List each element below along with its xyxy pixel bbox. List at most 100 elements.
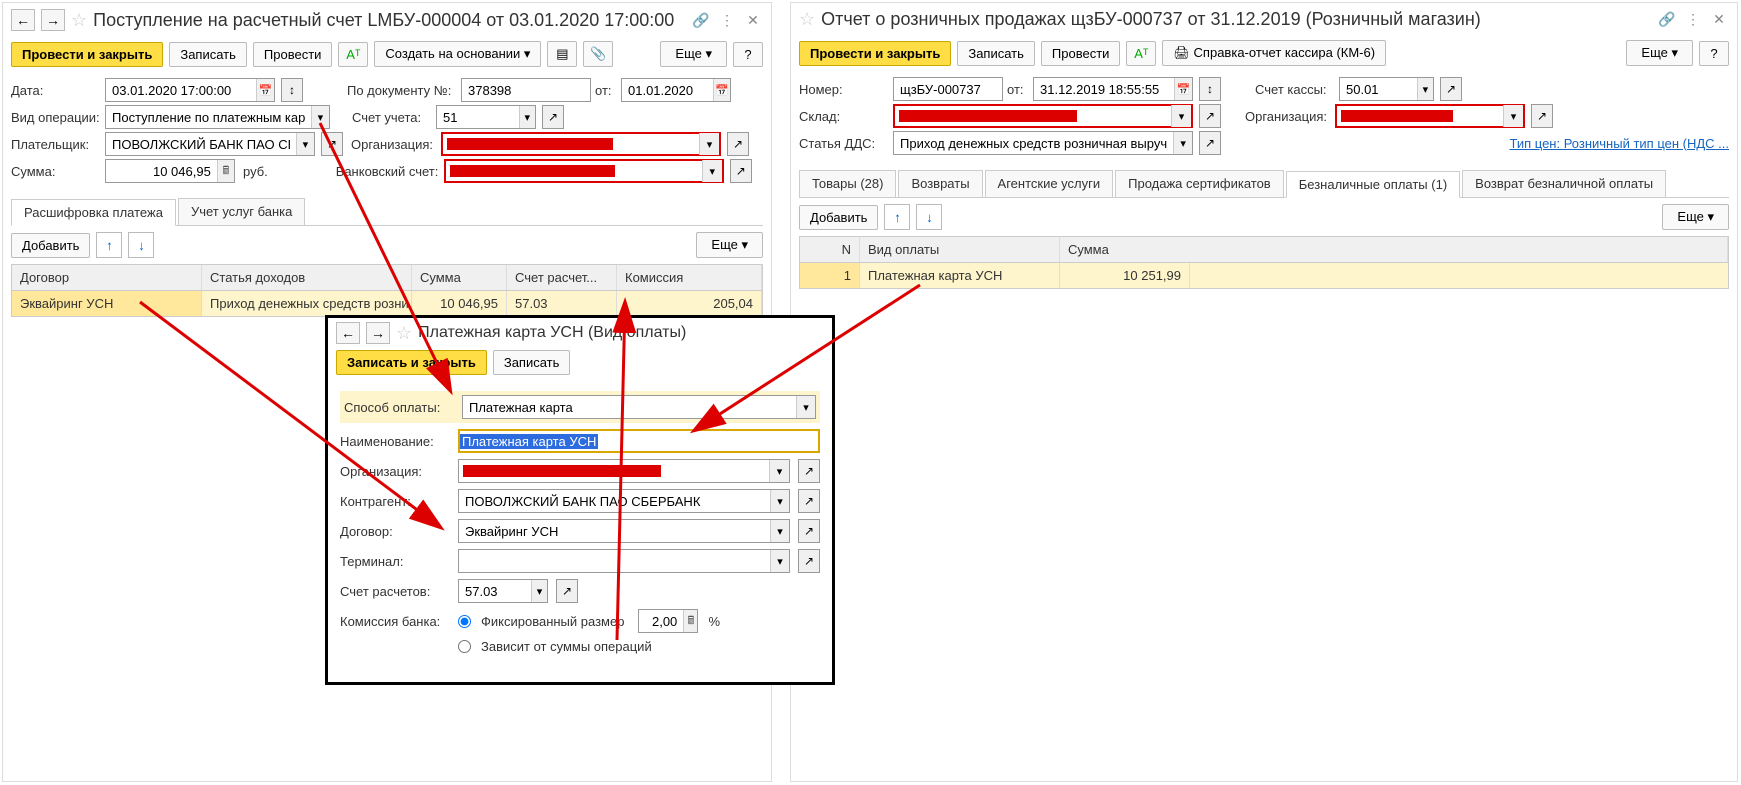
cell-income[interactable]: Приход денежных средств розни... xyxy=(202,291,412,316)
open-ref[interactable]: ↗ xyxy=(798,549,820,573)
settleacc-input[interactable]: ▾ xyxy=(458,579,548,603)
dropdown-icon[interactable]: ▾ xyxy=(531,580,547,602)
files-icon[interactable]: ▤ xyxy=(547,41,577,67)
cell-n[interactable]: 1 xyxy=(800,263,860,288)
save-close-button[interactable]: Записать и закрыть xyxy=(336,350,487,375)
calc-icon[interactable]: 🖩 xyxy=(217,160,234,182)
favorite-icon[interactable]: ☆ xyxy=(799,9,815,30)
col-amount[interactable]: Сумма xyxy=(412,265,507,290)
dropdown-icon[interactable]: ▾ xyxy=(296,133,314,155)
tab-decode[interactable]: Расшифровка платежа xyxy=(11,199,176,226)
cell-amount[interactable]: 10 046,95 xyxy=(412,291,507,316)
open-ref[interactable]: ↗ xyxy=(1440,77,1462,101)
calendar-icon[interactable]: 📅 xyxy=(713,79,730,101)
open-ref[interactable]: ↗ xyxy=(798,519,820,543)
print-report-button[interactable]: 🖨 Справка-отчет кассира (КМ-6) xyxy=(1162,40,1386,66)
op-input[interactable]: ▾ xyxy=(105,105,330,129)
save-button[interactable]: Записать xyxy=(493,350,571,375)
contragent-input[interactable]: ▾ xyxy=(458,489,790,513)
dropdown-icon[interactable]: ▾ xyxy=(699,133,719,155)
create-based-button[interactable]: Создать на основании ▾ xyxy=(374,41,541,67)
dropdown-icon[interactable]: ▾ xyxy=(1417,78,1433,100)
more-icon[interactable]: ⋮ xyxy=(1683,10,1703,30)
table-row[interactable]: Эквайринг УСН Приход денежных средств ро… xyxy=(12,291,762,316)
col-commission[interactable]: Комиссия xyxy=(617,265,762,290)
more-button[interactable]: Еще ▾ xyxy=(696,232,763,258)
more-icon[interactable]: ⋮ xyxy=(717,10,737,30)
dropdown-icon[interactable]: ▾ xyxy=(1503,105,1523,127)
tab-certs[interactable]: Продажа сертификатов xyxy=(1115,170,1284,197)
dtkt-icon[interactable]: Аᵀ xyxy=(338,42,368,67)
org-input[interactable]: ▾ xyxy=(1335,104,1525,128)
date-input[interactable]: 📅 xyxy=(105,78,275,102)
post-button[interactable]: Провести xyxy=(253,42,333,67)
from-input[interactable]: 📅 xyxy=(621,78,731,102)
col-contract[interactable]: Договор xyxy=(12,265,202,290)
more-button[interactable]: Еще ▾ xyxy=(660,41,727,67)
calc-icon[interactable]: 🖩 xyxy=(683,610,697,632)
col-income[interactable]: Статья доходов xyxy=(202,265,412,290)
move-down-icon[interactable]: ↓ xyxy=(916,204,942,230)
more-button[interactable]: Еще ▾ xyxy=(1626,40,1693,66)
col-n[interactable]: N xyxy=(800,237,860,262)
dropdown-icon[interactable]: ▾ xyxy=(770,550,789,572)
open-ref[interactable]: ↗ xyxy=(1531,104,1553,128)
link-icon[interactable]: 🔗 xyxy=(1657,10,1677,30)
post-close-button[interactable]: Провести и закрыть xyxy=(11,42,163,67)
close-icon[interactable]: ✕ xyxy=(1709,10,1729,30)
commission-input[interactable]: 🖩 xyxy=(638,609,698,633)
pricetype-link[interactable]: Тип цен: Розничный тип цен (НДС ... xyxy=(1509,136,1729,151)
cell-sum[interactable]: 10 251,99 xyxy=(1060,263,1190,288)
date-stepper[interactable]: ↕ xyxy=(1199,77,1221,101)
depends-radio[interactable] xyxy=(458,640,471,653)
help-button[interactable]: ? xyxy=(1699,41,1729,66)
cell-paytype[interactable]: Платежная карта УСН xyxy=(860,263,1060,288)
payer-input[interactable]: ▾ xyxy=(105,132,315,156)
move-up-icon[interactable]: ↑ xyxy=(884,204,910,230)
docno-input[interactable] xyxy=(461,78,591,102)
open-ref[interactable]: ↗ xyxy=(321,132,343,156)
help-button[interactable]: ? xyxy=(733,42,763,67)
method-input[interactable]: ▾ xyxy=(462,395,816,419)
bankacc-input[interactable]: ▾ xyxy=(444,159,724,183)
terminal-input[interactable]: ▾ xyxy=(458,549,790,573)
from-input[interactable]: 📅 xyxy=(1033,77,1193,101)
attach-icon[interactable]: 📎 xyxy=(583,41,613,67)
table-row[interactable]: 1 Платежная карта УСН 10 251,99 xyxy=(800,263,1728,288)
move-up-icon[interactable]: ↑ xyxy=(96,232,122,258)
close-icon[interactable]: ✕ xyxy=(743,10,763,30)
cell-contract[interactable]: Эквайринг УСН xyxy=(12,291,202,316)
forward-button[interactable]: → xyxy=(41,9,65,31)
back-button[interactable]: ← xyxy=(11,9,35,31)
tab-returns[interactable]: Возвраты xyxy=(898,170,982,197)
open-ref[interactable]: ↗ xyxy=(556,579,578,603)
dropdown-icon[interactable]: ▾ xyxy=(770,490,789,512)
more-button[interactable]: Еще ▾ xyxy=(1662,204,1729,230)
warehouse-input[interactable]: ▾ xyxy=(893,104,1193,128)
post-close-button[interactable]: Провести и закрыть xyxy=(799,41,951,66)
back-button[interactable]: ← xyxy=(336,322,360,344)
open-ref[interactable]: ↗ xyxy=(1199,131,1221,155)
favorite-icon[interactable]: ☆ xyxy=(71,10,87,31)
tab-agent[interactable]: Агентские услуги xyxy=(985,170,1114,197)
open-ref[interactable]: ↗ xyxy=(727,132,749,156)
open-ref[interactable]: ↗ xyxy=(798,489,820,513)
col-settle[interactable]: Счет расчет... xyxy=(507,265,617,290)
calendar-icon[interactable]: 📅 xyxy=(256,79,274,101)
calendar-icon[interactable]: 📅 xyxy=(1174,78,1192,100)
sum-input[interactable]: 🖩 xyxy=(105,159,235,183)
cashacc-input[interactable]: ▾ xyxy=(1339,77,1434,101)
org-input[interactable]: ▾ xyxy=(458,459,790,483)
dropdown-icon[interactable]: ▾ xyxy=(1173,132,1192,154)
forward-button[interactable]: → xyxy=(366,322,390,344)
link-icon[interactable]: 🔗 xyxy=(691,10,711,30)
save-button[interactable]: Записать xyxy=(169,42,247,67)
dropdown-icon[interactable]: ▾ xyxy=(519,106,535,128)
account-input[interactable]: ▾ xyxy=(436,105,536,129)
org-input[interactable]: ▾ xyxy=(441,132,721,156)
dropdown-icon[interactable]: ▾ xyxy=(702,160,722,182)
tab-cashless[interactable]: Безналичные оплаты (1) xyxy=(1286,171,1460,198)
dropdown-icon[interactable]: ▾ xyxy=(770,520,789,542)
col-sum[interactable]: Сумма xyxy=(1060,237,1728,262)
cell-commission[interactable]: 205,04 xyxy=(617,291,762,316)
